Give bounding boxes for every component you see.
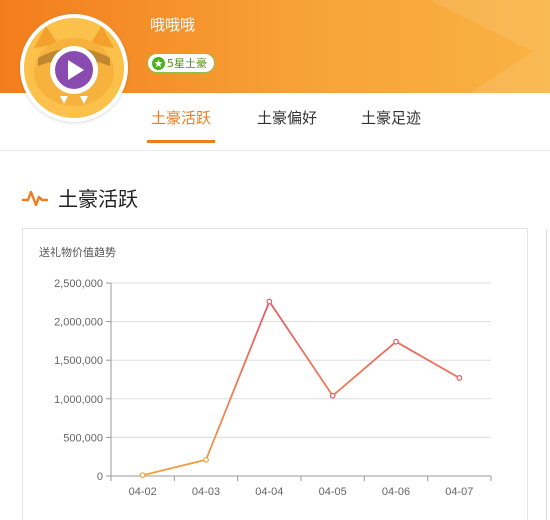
y-tick-label: 1,500,000	[54, 355, 103, 367]
data-point	[393, 338, 399, 345]
y-tick-label: 500,000	[63, 432, 103, 444]
data-point	[139, 472, 146, 479]
x-tick-label: 04-03	[192, 486, 220, 498]
data-point	[266, 298, 273, 305]
data-point	[456, 375, 463, 381]
x-tick-label: 04-04	[255, 486, 283, 498]
data-point	[329, 392, 336, 399]
x-tick-label: 04-07	[445, 486, 473, 498]
series-line	[142, 300, 460, 477]
y-tick-label: 2,000,000	[54, 317, 103, 329]
x-tick-label: 04-06	[382, 486, 410, 498]
y-tick-label: 0	[97, 471, 103, 483]
data-point	[203, 456, 209, 463]
gift-value-line-chart: 0 500,000 1,000,000 1,500,000 2,000,000 2,500…	[54, 278, 492, 498]
x-tick-label: 04-05	[319, 486, 347, 498]
x-tick-label: 04-02	[129, 486, 157, 498]
y-tick-label: 1,000,000	[54, 394, 103, 406]
y-tick-label: 2,500,000	[54, 278, 103, 290]
